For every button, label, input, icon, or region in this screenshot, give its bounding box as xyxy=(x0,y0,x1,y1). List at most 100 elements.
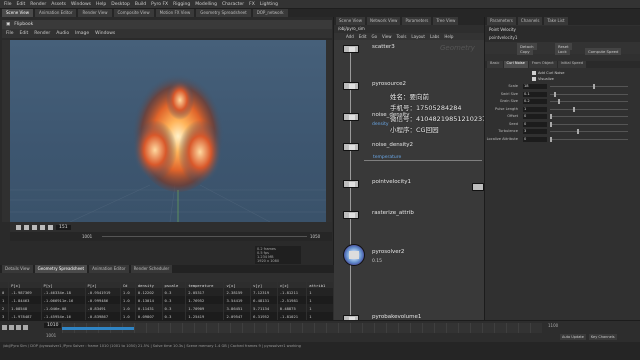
network-menu-item[interactable]: Tools xyxy=(397,34,407,39)
network-menu-item[interactable]: Labs xyxy=(430,34,439,39)
parameter-node-name[interactable]: pointvelocity1 xyxy=(485,34,640,42)
spreadsheet-tab[interactable]: Details View xyxy=(2,265,33,273)
param-value-field[interactable]: 0.2 xyxy=(523,99,547,104)
spreadsheet-tab[interactable]: Render Scheduler xyxy=(130,265,173,273)
param-slider-track[interactable] xyxy=(550,101,628,102)
timeline-button[interactable]: Auto Update xyxy=(560,334,586,340)
menu-item[interactable]: Help xyxy=(96,2,106,7)
param-slider-knob[interactable] xyxy=(553,91,556,97)
spreadsheet-tab[interactable]: Geometry Spreadsheet xyxy=(34,265,88,273)
param-button[interactable]: Copy xyxy=(517,48,533,55)
network-tab[interactable]: Network View xyxy=(366,17,401,25)
param-checkbox[interactable]: Add Curl Noise xyxy=(532,71,564,75)
param-value-field[interactable]: 18 xyxy=(523,84,547,89)
node-label[interactable]: rasterize_attrib xyxy=(372,210,414,216)
menu-item[interactable]: Edit xyxy=(17,2,26,7)
top-tab[interactable]: Composite View xyxy=(113,9,154,17)
top-tab[interactable]: Animation Editor xyxy=(34,9,77,17)
network-tab[interactable]: Scene View xyxy=(336,17,365,25)
top-tab[interactable]: DOP_network xyxy=(252,9,288,17)
network-node-offscreen[interactable] xyxy=(472,183,484,191)
param-value-field[interactable]: 0 xyxy=(523,136,547,142)
viewport[interactable] xyxy=(10,40,332,222)
menu-item[interactable]: Desktop xyxy=(111,2,130,7)
flipbook-frame[interactable]: 151 xyxy=(56,224,71,230)
parameter-tab[interactable]: Take List xyxy=(544,17,568,25)
network-menu-item[interactable]: Go xyxy=(372,34,378,39)
menu-item[interactable]: Pyro FX xyxy=(151,2,168,7)
node-label[interactable]: pyrosource2 xyxy=(372,81,406,87)
timeline-frame-field[interactable]: 1010 xyxy=(44,323,62,328)
network-tab[interactable]: Parameters xyxy=(402,17,432,25)
param-slider-track[interactable] xyxy=(550,131,628,132)
param-section-tab[interactable]: Initial Speed xyxy=(557,61,586,68)
param-value-field[interactable]: 0 xyxy=(523,121,547,127)
menu-item[interactable]: Modelling xyxy=(195,2,217,7)
top-tab[interactable]: Scene View xyxy=(2,9,33,17)
timeline-ruler[interactable] xyxy=(62,323,542,333)
param-button[interactable]: Lock xyxy=(555,48,570,55)
param-slider-track[interactable] xyxy=(550,86,628,87)
play-forward-icon[interactable] xyxy=(23,324,28,330)
network-path[interactable]: /obj/pyro_sim xyxy=(334,25,484,33)
table-row[interactable]: 1 -1.84463 -1.066911e-16 -0.999486 1.0 0.1301… xyxy=(0,296,334,304)
param-slider-knob[interactable] xyxy=(550,114,552,119)
skip-end-icon[interactable] xyxy=(48,224,53,230)
checkbox-icon[interactable] xyxy=(532,71,536,75)
param-slider-knob[interactable] xyxy=(573,106,576,112)
network-menu-item[interactable]: View xyxy=(382,34,392,39)
param-checkbox[interactable]: Visualize xyxy=(532,77,554,81)
param-slider-track[interactable] xyxy=(550,116,628,117)
flipbook-menu-item[interactable]: Edit xyxy=(20,31,29,36)
param-value-field[interactable]: 0.1 xyxy=(523,91,547,97)
param-value-field[interactable]: 0 xyxy=(523,114,547,119)
param-section-tab[interactable]: From Object xyxy=(528,61,557,68)
param-slider-track[interactable] xyxy=(550,93,628,95)
param-slider-knob[interactable] xyxy=(550,136,552,142)
top-tab[interactable]: Motion FX View xyxy=(155,9,195,17)
top-tab[interactable]: Render View xyxy=(78,9,112,17)
flipbook-timebar[interactable]: 1001 1050 xyxy=(10,232,332,241)
play-back-icon[interactable] xyxy=(9,324,14,330)
param-section-tab[interactable]: Basic xyxy=(487,61,503,68)
node-label[interactable]: pyrosolver2 xyxy=(372,249,404,255)
node-label[interactable]: scatter3 xyxy=(372,44,395,50)
viewport-right-toolbar[interactable] xyxy=(326,40,332,222)
param-value-field[interactable]: 3 xyxy=(523,129,547,134)
param-slider-track[interactable] xyxy=(550,123,628,125)
param-slider-track[interactable] xyxy=(550,108,628,110)
network-node[interactable] xyxy=(343,180,359,188)
parameter-tab[interactable]: Channels xyxy=(517,17,543,25)
param-slider-knob[interactable] xyxy=(592,84,595,89)
network-menu-item[interactable]: Layout xyxy=(411,34,425,39)
timeline-button[interactable]: Key Channels xyxy=(588,334,617,340)
flipbook-menu-item[interactable]: Image xyxy=(75,31,89,36)
step-back-icon[interactable] xyxy=(24,224,29,230)
top-tab[interactable]: Geometry Spreadsheet xyxy=(196,9,251,17)
network-editor[interactable] xyxy=(334,17,484,320)
network-node[interactable] xyxy=(343,45,359,53)
menu-item[interactable]: Windows xyxy=(71,2,91,7)
skip-start-icon[interactable] xyxy=(16,224,21,230)
network-menu-item[interactable]: Add xyxy=(346,34,354,39)
menu-item[interactable]: Render xyxy=(30,2,46,7)
step-forward-icon[interactable] xyxy=(40,224,45,230)
param-value-field[interactable]: 1 xyxy=(523,106,547,112)
menu-item[interactable]: Lighting xyxy=(260,2,278,7)
table-row[interactable]: 2 1.08548 -1.046e-08 -0.83491 1.0 0.11431 0.3 1… xyxy=(0,304,334,312)
network-node[interactable] xyxy=(343,143,359,151)
table-row[interactable]: 3 -1.978487 -1.45954e-16 -0.839867 1.0 0.0980… xyxy=(0,312,334,320)
menu-item[interactable]: Rigging xyxy=(173,2,190,7)
timeline-start[interactable]: 1001 xyxy=(46,333,56,338)
menu-item[interactable]: File xyxy=(4,2,12,7)
parameter-tab[interactable]: Parameters xyxy=(487,17,516,25)
menu-item[interactable]: Character xyxy=(222,2,244,7)
node-label[interactable]: pointvelocity1 xyxy=(372,179,411,185)
rewind-icon[interactable] xyxy=(2,324,7,330)
param-slider-track[interactable] xyxy=(550,138,628,140)
param-slider-knob[interactable] xyxy=(550,121,552,127)
flipbook-menu-item[interactable]: File xyxy=(6,31,14,36)
spreadsheet-tab[interactable]: Animation Editor xyxy=(89,265,129,273)
param-slider-knob[interactable] xyxy=(577,129,580,134)
viewport-left-toolbar[interactable] xyxy=(2,40,10,222)
